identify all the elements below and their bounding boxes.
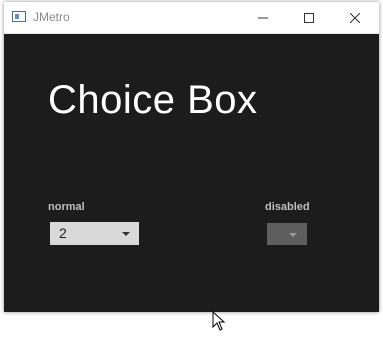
window-title: JMetro xyxy=(33,10,70,24)
maximize-icon xyxy=(304,12,314,23)
window-icon xyxy=(12,11,26,22)
chevron-down-icon xyxy=(289,233,297,237)
close-icon xyxy=(350,12,360,23)
normal-label: normal xyxy=(48,201,85,213)
choice-box-normal[interactable]: 2 xyxy=(50,222,139,245)
title-bar[interactable]: JMetro xyxy=(4,2,379,34)
choice-box-disabled xyxy=(267,223,307,245)
disabled-label: disabled xyxy=(265,201,310,213)
close-button[interactable] xyxy=(332,2,378,33)
mouse-cursor-icon xyxy=(212,311,226,331)
minimize-icon xyxy=(258,17,268,18)
minimize-button[interactable] xyxy=(240,2,286,33)
page-title: Choice Box xyxy=(48,78,258,122)
choice-box-value: 2 xyxy=(59,225,67,241)
maximize-button[interactable] xyxy=(286,2,332,33)
chevron-down-icon xyxy=(122,232,130,236)
app-window: JMetro Choice Box normal disabled 2 xyxy=(4,2,379,312)
